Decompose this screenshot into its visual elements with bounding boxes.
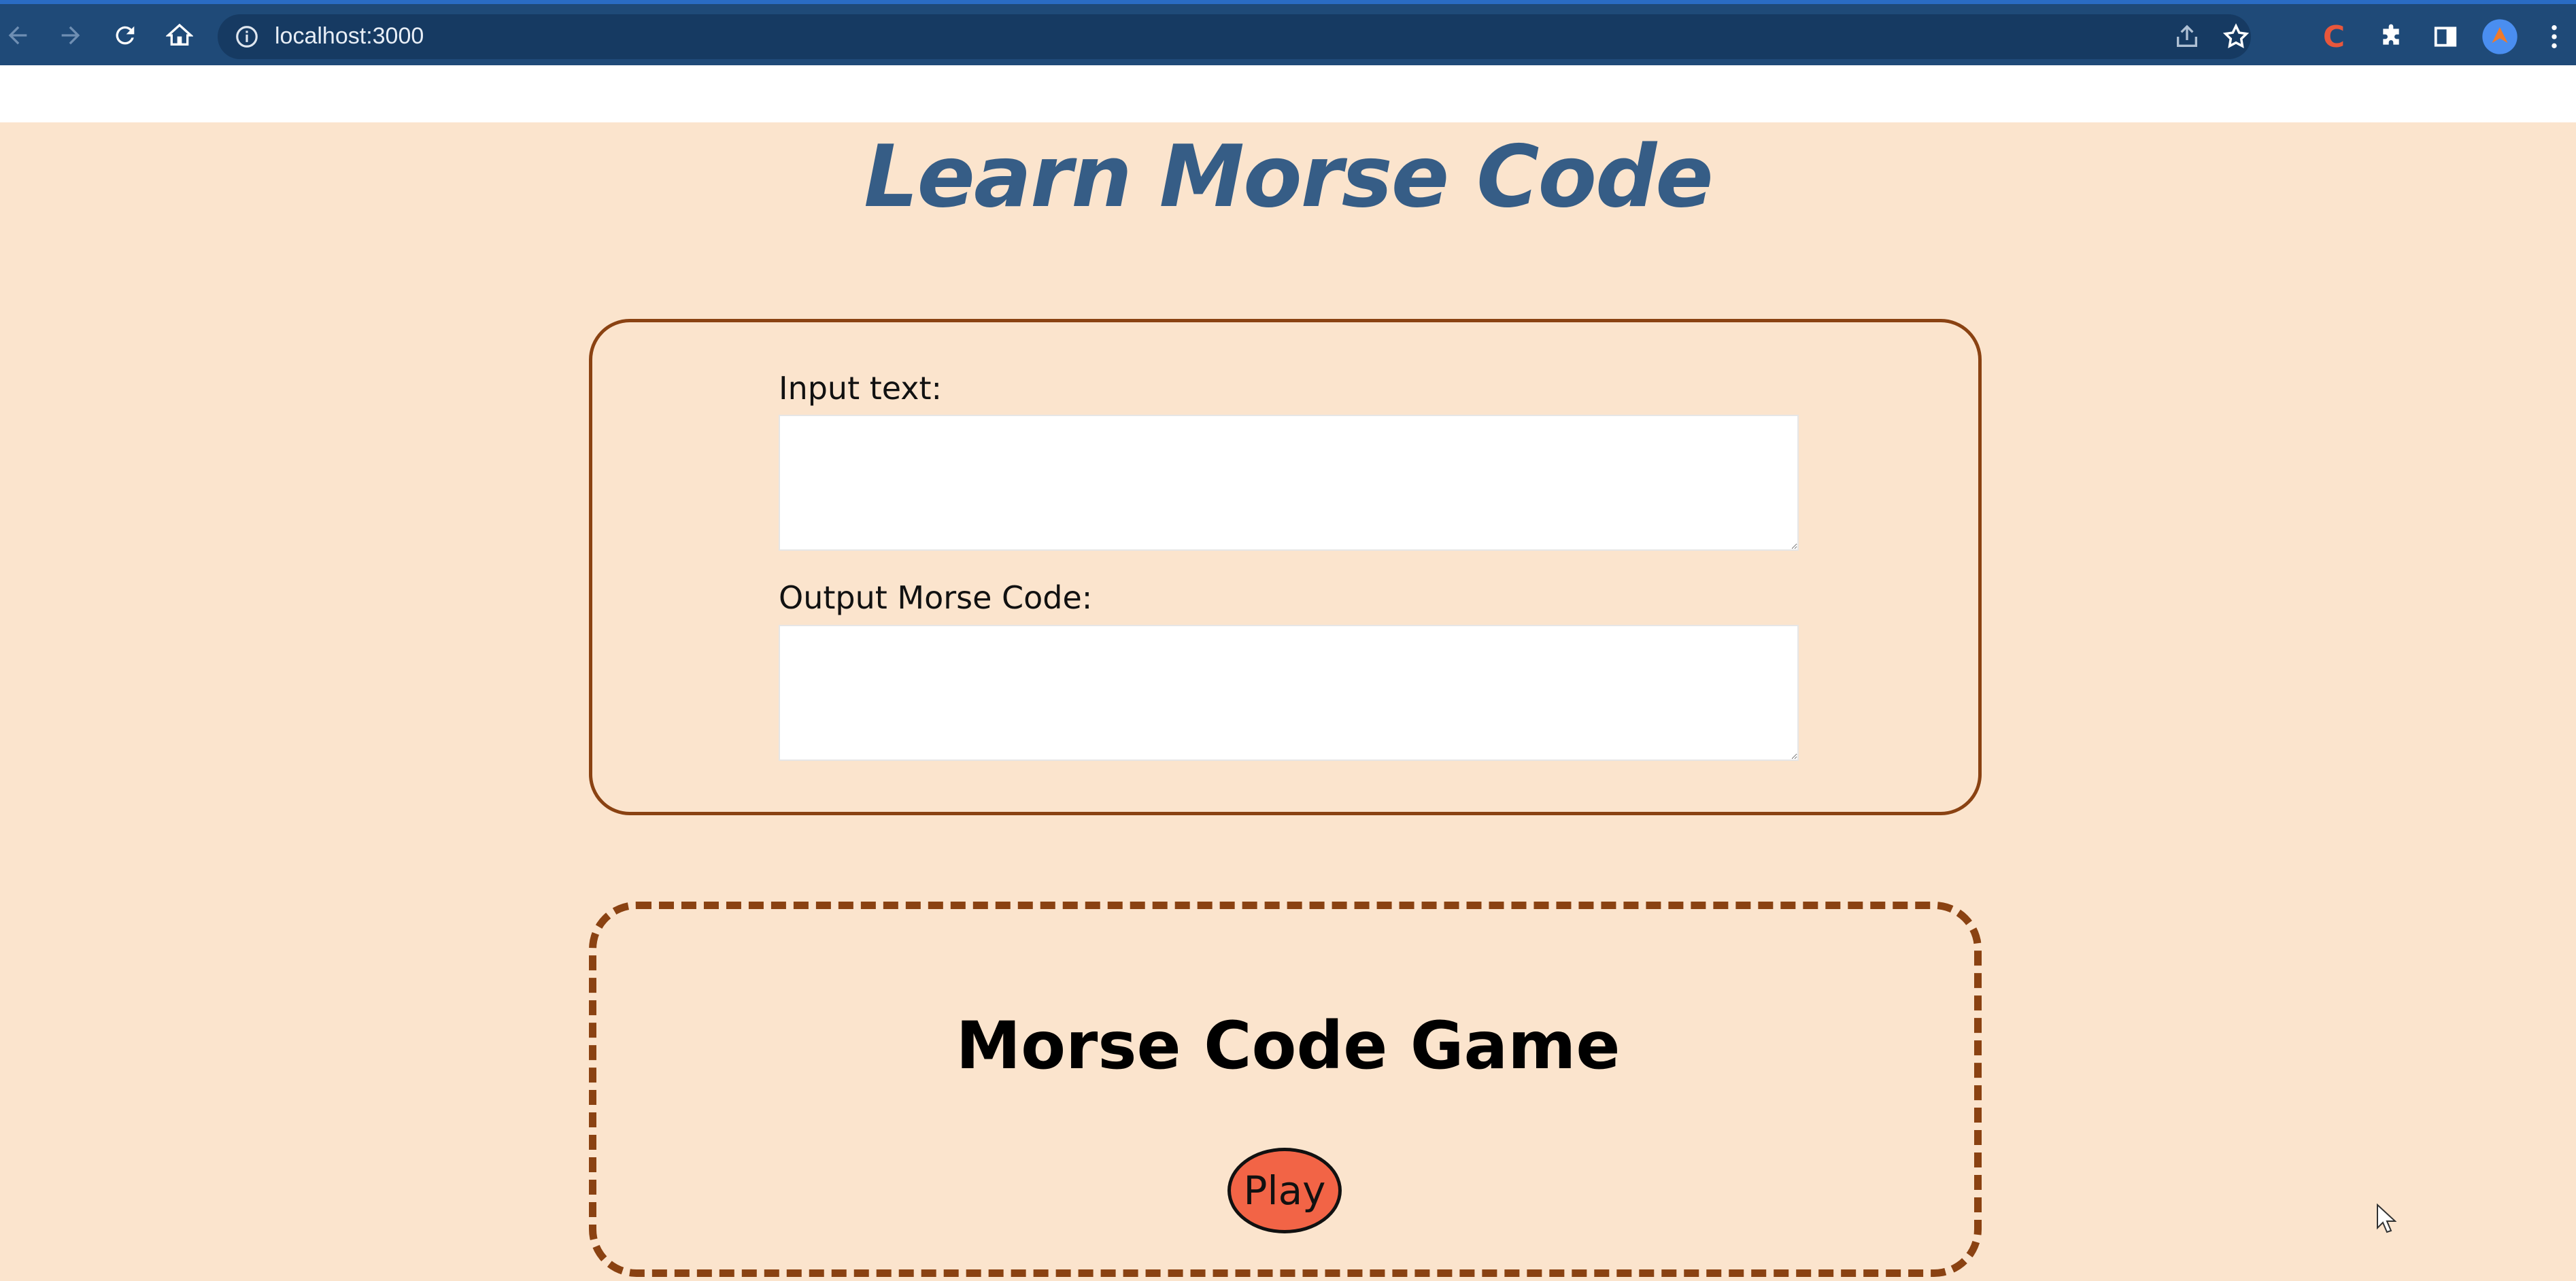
browser-toolbar: localhost:3000 C — [0, 0, 2576, 65]
reload-icon — [116, 26, 135, 45]
back-icon — [8, 26, 27, 45]
input-text-label: Input text: — [779, 370, 943, 407]
browser-menu-button[interactable] — [2541, 19, 2568, 54]
game-title: Morse Code Game — [955, 1008, 1621, 1084]
puzzle-icon — [2383, 24, 2399, 45]
back-button[interactable] — [0, 18, 35, 53]
page-title: Learn Morse Code — [864, 126, 1714, 226]
reload-button[interactable] — [107, 18, 143, 53]
extensions-button[interactable] — [2373, 19, 2409, 54]
profile-avatar — [2482, 19, 2518, 54]
extension-c-icon[interactable]: C — [2319, 19, 2349, 54]
play-button[interactable]: Play — [1227, 1148, 1342, 1233]
star-icon[interactable] — [2221, 22, 2251, 51]
home-icon — [166, 23, 193, 46]
url-text[interactable]: localhost:3000 — [275, 23, 424, 50]
info-icon[interactable] — [234, 24, 260, 50]
output-morse-label: Output Morse Code: — [779, 579, 1093, 616]
input-text-field[interactable] — [779, 415, 1799, 551]
profile-button[interactable] — [2479, 19, 2520, 54]
kebab-menu-icon — [2552, 25, 2557, 48]
forward-button[interactable] — [53, 18, 88, 53]
side-panel-icon — [2434, 27, 2457, 47]
mouse-cursor — [2377, 1203, 2396, 1233]
page-top-bar — [0, 65, 2576, 122]
home-button[interactable] — [162, 18, 197, 53]
share-icon[interactable] — [2173, 23, 2201, 50]
side-panel-button[interactable] — [2428, 19, 2463, 54]
address-bar[interactable]: localhost:3000 — [218, 14, 2251, 59]
output-morse-field[interactable] — [779, 625, 1799, 761]
forward-icon — [61, 26, 80, 45]
